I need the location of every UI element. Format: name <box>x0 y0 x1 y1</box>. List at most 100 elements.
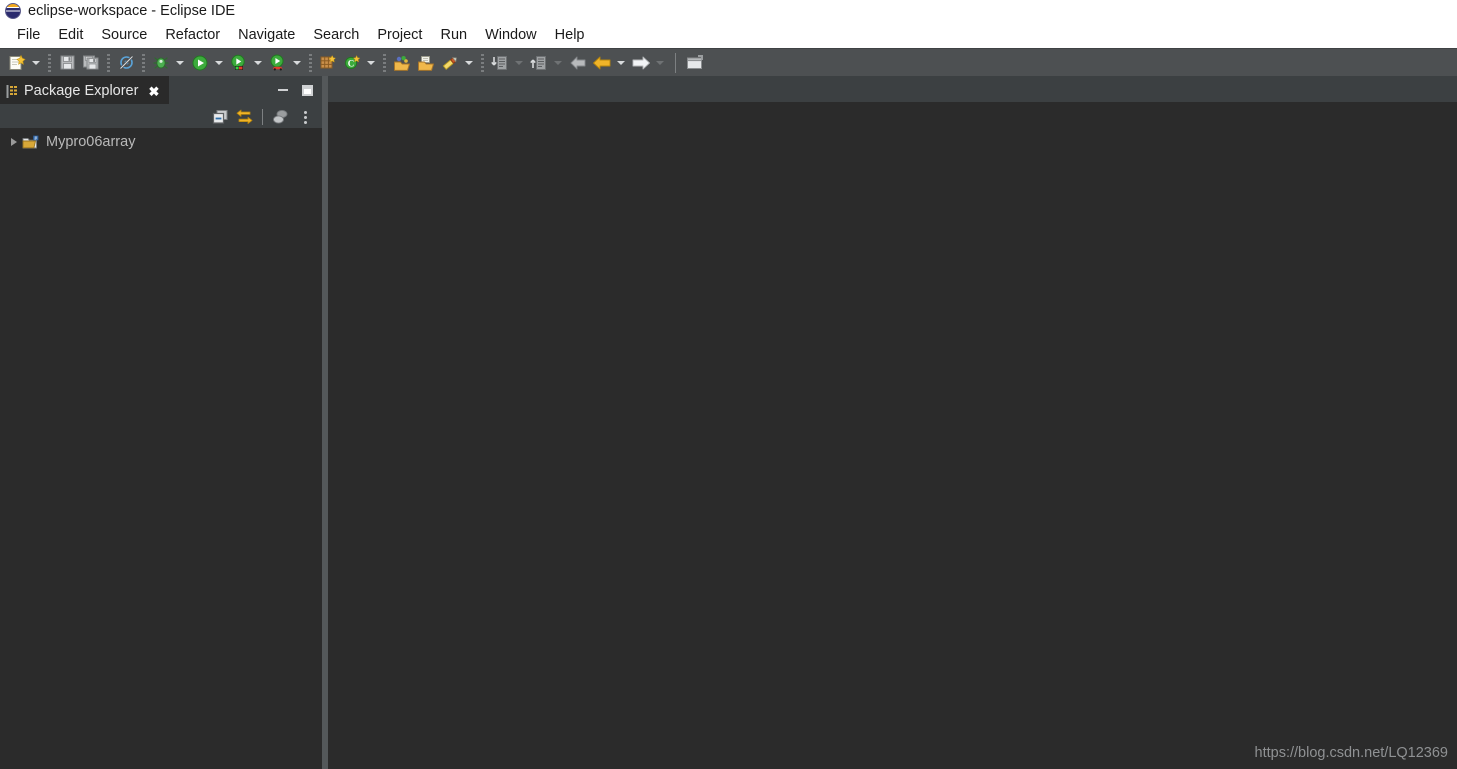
next-annotation-icon <box>491 55 507 70</box>
coverage-play-icon <box>231 54 245 70</box>
close-icon[interactable]: ✖ <box>146 85 161 98</box>
new-class-icon: C <box>344 54 361 69</box>
back-arrow-gray-icon <box>570 56 586 69</box>
eclipse-logo-icon <box>5 3 21 19</box>
svg-text:C: C <box>348 58 355 68</box>
coverage-button[interactable] <box>228 52 250 74</box>
java-project-icon: J <box>22 134 40 150</box>
new-java-class-button[interactable]: C <box>341 52 363 74</box>
toggle-mark-occurrences-button[interactable] <box>115 52 137 74</box>
chevron-down-icon <box>366 60 375 65</box>
save-all-button[interactable] <box>80 52 102 74</box>
separator-2 <box>107 53 110 72</box>
divider-line <box>675 52 676 73</box>
menu-item-refactor[interactable]: Refactor <box>156 26 229 45</box>
forward-dropdown[interactable] <box>653 53 666 73</box>
next-annotation-button[interactable] <box>489 52 511 74</box>
forward-button[interactable] <box>630 52 652 74</box>
profile-button[interactable] <box>267 52 289 74</box>
new-java-package-button[interactable] <box>317 52 339 74</box>
minimize-view-button[interactable] <box>276 83 290 97</box>
run-play-icon <box>192 55 208 70</box>
tree-item-mypro06array[interactable]: J Mypro06array <box>0 131 322 153</box>
debug-button[interactable] <box>150 52 172 74</box>
chevron-down-icon <box>31 60 40 65</box>
next-annotation-dropdown[interactable] <box>512 53 525 73</box>
open-type-button[interactable] <box>391 52 413 74</box>
last-edit-location-button[interactable] <box>567 52 589 74</box>
debug-dropdown[interactable] <box>173 53 186 73</box>
chevron-down-icon <box>292 60 301 65</box>
maximize-icon <box>301 84 313 96</box>
separator-4 <box>309 53 312 72</box>
menu-item-source[interactable]: Source <box>92 26 156 45</box>
chevron-down-icon <box>655 60 664 65</box>
profile-play-icon <box>270 54 284 70</box>
menu-item-edit[interactable]: Edit <box>49 26 92 45</box>
editor-tab-row <box>328 76 1457 102</box>
debug-bug-icon <box>153 56 169 69</box>
chevron-down-icon <box>214 60 223 65</box>
open-type-icon <box>394 55 410 71</box>
chevron-down-icon <box>464 60 473 65</box>
open-perspective-button[interactable] <box>684 52 706 74</box>
focus-active-task-icon <box>273 109 288 124</box>
new-package-icon <box>320 54 337 68</box>
previous-annotation-icon <box>530 55 546 70</box>
back-button[interactable] <box>591 52 613 74</box>
save-floppy-icon <box>60 55 74 70</box>
menu-item-search[interactable]: Search <box>304 26 368 45</box>
chevron-right-icon[interactable] <box>6 134 22 150</box>
package-explorer-icon <box>6 84 17 98</box>
run-button[interactable] <box>189 52 211 74</box>
view-menu-button[interactable] <box>294 107 316 127</box>
collapse-all-button[interactable] <box>209 107 231 127</box>
separator-6 <box>481 53 484 72</box>
chevron-down-icon <box>253 60 262 65</box>
coverage-dropdown[interactable] <box>251 53 264 73</box>
back-dropdown[interactable] <box>614 53 627 73</box>
window-title: eclipse-workspace - Eclipse IDE <box>28 2 236 19</box>
minimize-icon <box>278 89 288 91</box>
separator-3 <box>142 53 145 72</box>
menu-item-window[interactable]: Window <box>476 26 546 45</box>
eclipse-ide-window: eclipse-workspace - Eclipse IDE File Edi… <box>0 0 1457 769</box>
menu-item-help[interactable]: Help <box>546 26 594 45</box>
tab-package-explorer[interactable]: Package Explorer ✖ <box>0 76 170 104</box>
editor-area: https://blog.csdn.net/LQ12369 <box>328 76 1457 769</box>
profile-dropdown[interactable] <box>290 53 303 73</box>
tree-item-label: Mypro06array <box>46 133 136 150</box>
forward-arrow-icon <box>632 56 650 69</box>
previous-annotation-dropdown[interactable] <box>551 53 564 73</box>
menu-item-run[interactable]: Run <box>431 26 476 45</box>
collapse-all-icon <box>212 110 227 124</box>
search-dropdown[interactable] <box>462 53 475 73</box>
focus-on-active-task-button[interactable] <box>270 107 292 127</box>
run-dropdown[interactable] <box>212 53 225 73</box>
main-toolbar: C <box>0 48 1457 76</box>
chevron-down-icon <box>616 60 625 65</box>
view-toolbar-divider <box>262 109 263 125</box>
new-file-icon <box>9 54 26 70</box>
new-wizard-dropdown[interactable] <box>29 53 42 73</box>
chevron-down-icon <box>175 60 184 65</box>
save-button[interactable] <box>56 52 78 74</box>
pencil-search-icon <box>442 56 457 70</box>
menu-item-navigate[interactable]: Navigate <box>229 26 304 45</box>
separator-5 <box>383 53 386 72</box>
search-button[interactable] <box>439 52 461 74</box>
menu-bar: File Edit Source Refactor Navigate Searc… <box>0 22 1457 48</box>
maximize-view-button[interactable] <box>300 83 314 97</box>
open-task-button[interactable] <box>415 52 437 74</box>
new-java-class-dropdown[interactable] <box>364 53 377 73</box>
open-perspective-icon <box>686 54 703 69</box>
previous-annotation-button[interactable] <box>528 52 550 74</box>
menu-item-project[interactable]: Project <box>368 26 431 45</box>
blog-watermark: https://blog.csdn.net/LQ12369 <box>1254 744 1448 761</box>
link-with-editor-button[interactable] <box>233 107 255 127</box>
tab-label: Package Explorer <box>24 82 139 99</box>
new-wizard-button[interactable] <box>6 52 28 74</box>
link-with-editor-icon <box>236 109 252 124</box>
menu-item-file[interactable]: File <box>8 26 49 45</box>
view-toolbar <box>209 106 316 128</box>
